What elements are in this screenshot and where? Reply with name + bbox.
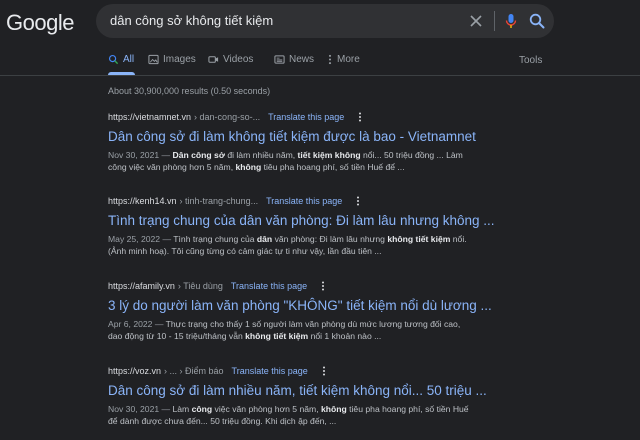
- snippet-line: Apr 6, 2022 — Thực trạng cho thấy 1 số n…: [108, 318, 628, 330]
- result-date: May 25, 2022 —: [108, 234, 174, 244]
- snippet-text: tiêu pha hoang phí, số tiền Huế: [346, 404, 469, 414]
- snippet-line: May 25, 2022 — Tình trạng chung của dân …: [108, 233, 628, 245]
- tab-label: Videos: [223, 54, 254, 65]
- result-snippet: Nov 30, 2021 — Làm công việc văn phòng h…: [108, 403, 628, 427]
- header-divider: [0, 75, 640, 76]
- result-snippet: Nov 30, 2021 — Dân công sở đi làm nhiều …: [108, 149, 628, 173]
- result-path[interactable]: › tinh-trang-chung...: [180, 196, 259, 206]
- translate-link[interactable]: Translate this page: [266, 196, 342, 206]
- search-result: https://afamily.vn › Tiêu dùng Translate…: [108, 279, 628, 342]
- search-box[interactable]: dân công sở không tiết kiệm: [96, 4, 554, 38]
- snippet-highlight: không tiết kiệm: [387, 234, 451, 244]
- snippet-highlight: không tiết kiệm: [245, 331, 309, 341]
- more-options-icon[interactable]: [321, 281, 325, 291]
- snippet-text: văn phòng: Đi làm lâu nhưng: [272, 234, 388, 244]
- snippet-text: dao động từ 10 - 15 triệu/tháng vẫn: [108, 331, 246, 341]
- search-icon[interactable]: [528, 12, 546, 30]
- result-path[interactable]: › ... › Điểm báo: [164, 366, 224, 376]
- translate-link[interactable]: Translate this page: [232, 366, 308, 376]
- search-box-separator: [494, 11, 495, 31]
- more-options-icon[interactable]: [358, 112, 362, 122]
- snippet-text: công việc văn phòng hơn 5 năm,: [108, 162, 236, 172]
- search-results-page: Google dân công sở không tiết kiệm All I…: [0, 0, 640, 440]
- result-title[interactable]: Tình trạng chung của dân văn phòng: Đi l…: [108, 212, 628, 230]
- image-icon: [148, 54, 159, 65]
- snippet-text: nổi... 50 triệu đồng ... Làm: [360, 150, 463, 160]
- translate-link[interactable]: Translate this page: [231, 281, 307, 291]
- more-options-icon[interactable]: [322, 366, 326, 376]
- news-icon: [274, 55, 285, 64]
- search-result: https://vietnamnet.vn › dan-cong-so-... …: [108, 110, 628, 173]
- snippet-highlight: không: [235, 162, 262, 172]
- result-title[interactable]: 3 lý do người làm văn phòng "KHÔNG" tiết…: [108, 297, 628, 315]
- result-path[interactable]: › Tiêu dùng: [178, 281, 223, 291]
- result-stats: About 30,900,000 results (0.50 seconds): [108, 86, 271, 96]
- snippet-line: (Ảnh minh hoạ). Tôi cũng từng có cảm giá…: [108, 245, 628, 257]
- more-options-icon[interactable]: [356, 196, 360, 206]
- snippet-highlight: không: [320, 404, 347, 414]
- search-result: https://kenh14.vn › tinh-trang-chung... …: [108, 194, 628, 257]
- snippet-line: để dành được chưa đến... 50 triệu đồng. …: [108, 415, 628, 427]
- tab-label: More: [337, 54, 360, 65]
- tab-label: Images: [163, 54, 196, 65]
- clear-icon[interactable]: [468, 13, 484, 29]
- result-title[interactable]: Dân công sở đi làm nhiều năm, tiết kiệm …: [108, 382, 628, 400]
- tab-videos[interactable]: Videos: [208, 54, 253, 65]
- snippet-text: để dành được chưa đến... 50 triệu đồng. …: [108, 416, 337, 426]
- tab-all[interactable]: All: [108, 54, 134, 65]
- snippet-highlight: Dân công sở: [172, 150, 225, 160]
- search-result: https://voz.vn › ... › Điểm báo Translat…: [108, 364, 628, 427]
- result-snippet: Apr 6, 2022 — Thực trạng cho thấy 1 số n…: [108, 318, 628, 342]
- snippet-line: dao động từ 10 - 15 triệu/tháng vẫn khôn…: [108, 330, 628, 342]
- snippet-text: tiêu pha hoang phí, số tiền Huế để ...: [261, 162, 405, 172]
- tab-more[interactable]: More: [327, 54, 360, 65]
- tab-news[interactable]: News: [274, 54, 314, 65]
- tab-label: News: [289, 54, 315, 65]
- result-date: Apr 6, 2022 —: [108, 319, 166, 329]
- tools-button[interactable]: Tools: [519, 55, 542, 66]
- snippet-text: Làm: [172, 404, 192, 414]
- snippet-text: Tình trạng chung của: [173, 234, 257, 244]
- result-snippet: May 25, 2022 — Tình trạng chung của dân …: [108, 233, 628, 257]
- result-url-line: https://voz.vn › ... › Điểm báo Translat…: [108, 364, 628, 378]
- snippet-highlight: dân: [256, 234, 273, 244]
- more-vert-icon: [328, 54, 332, 65]
- tab-label: All: [123, 54, 135, 65]
- result-domain[interactable]: https://voz.vn: [108, 366, 161, 376]
- snippet-text: Thực trạng cho thấy 1 số người làm văn p…: [165, 319, 461, 329]
- snippet-line: Nov 30, 2021 — Dân công sở đi làm nhiều …: [108, 149, 628, 161]
- result-domain[interactable]: https://afamily.vn: [108, 281, 175, 291]
- google-logo[interactable]: Google: [6, 10, 74, 36]
- result-domain[interactable]: https://vietnamnet.vn: [108, 112, 191, 122]
- result-domain[interactable]: https://kenh14.vn: [108, 196, 177, 206]
- snippet-text: (Ảnh minh hoạ). Tôi cũng từng có cảm giá…: [108, 246, 382, 256]
- result-url-line: https://afamily.vn › Tiêu dùng Translate…: [108, 279, 628, 293]
- video-icon: [208, 56, 219, 63]
- snippet-text: nổi 1 khoản nào ...: [308, 331, 382, 341]
- search-input[interactable]: dân công sở không tiết kiệm: [110, 13, 273, 28]
- result-title[interactable]: Dân công sở đi làm không tiết kiệm được …: [108, 128, 628, 146]
- snippet-text: nổi.: [450, 234, 467, 244]
- snippet-text: đi làm nhiều năm,: [224, 150, 298, 160]
- result-date: Nov 30, 2021 —: [108, 150, 173, 160]
- search-icon: [108, 54, 119, 65]
- result-date: Nov 30, 2021 —: [108, 404, 173, 414]
- snippet-text: việc văn phòng hơn 5 năm,: [212, 404, 321, 414]
- result-url-line: https://vietnamnet.vn › dan-cong-so-... …: [108, 110, 628, 124]
- result-path[interactable]: › dan-cong-so-...: [194, 112, 260, 122]
- snippet-line: công việc văn phòng hơn 5 năm, không tiê…: [108, 161, 628, 173]
- snippet-highlight: công: [191, 404, 213, 414]
- tab-images[interactable]: Images: [148, 54, 196, 65]
- translate-link[interactable]: Translate this page: [268, 112, 344, 122]
- result-url-line: https://kenh14.vn › tinh-trang-chung... …: [108, 194, 628, 208]
- mic-icon[interactable]: [502, 12, 520, 30]
- snippet-line: Nov 30, 2021 — Làm công việc văn phòng h…: [108, 403, 628, 415]
- snippet-highlight: tiết kiệm không: [297, 150, 361, 160]
